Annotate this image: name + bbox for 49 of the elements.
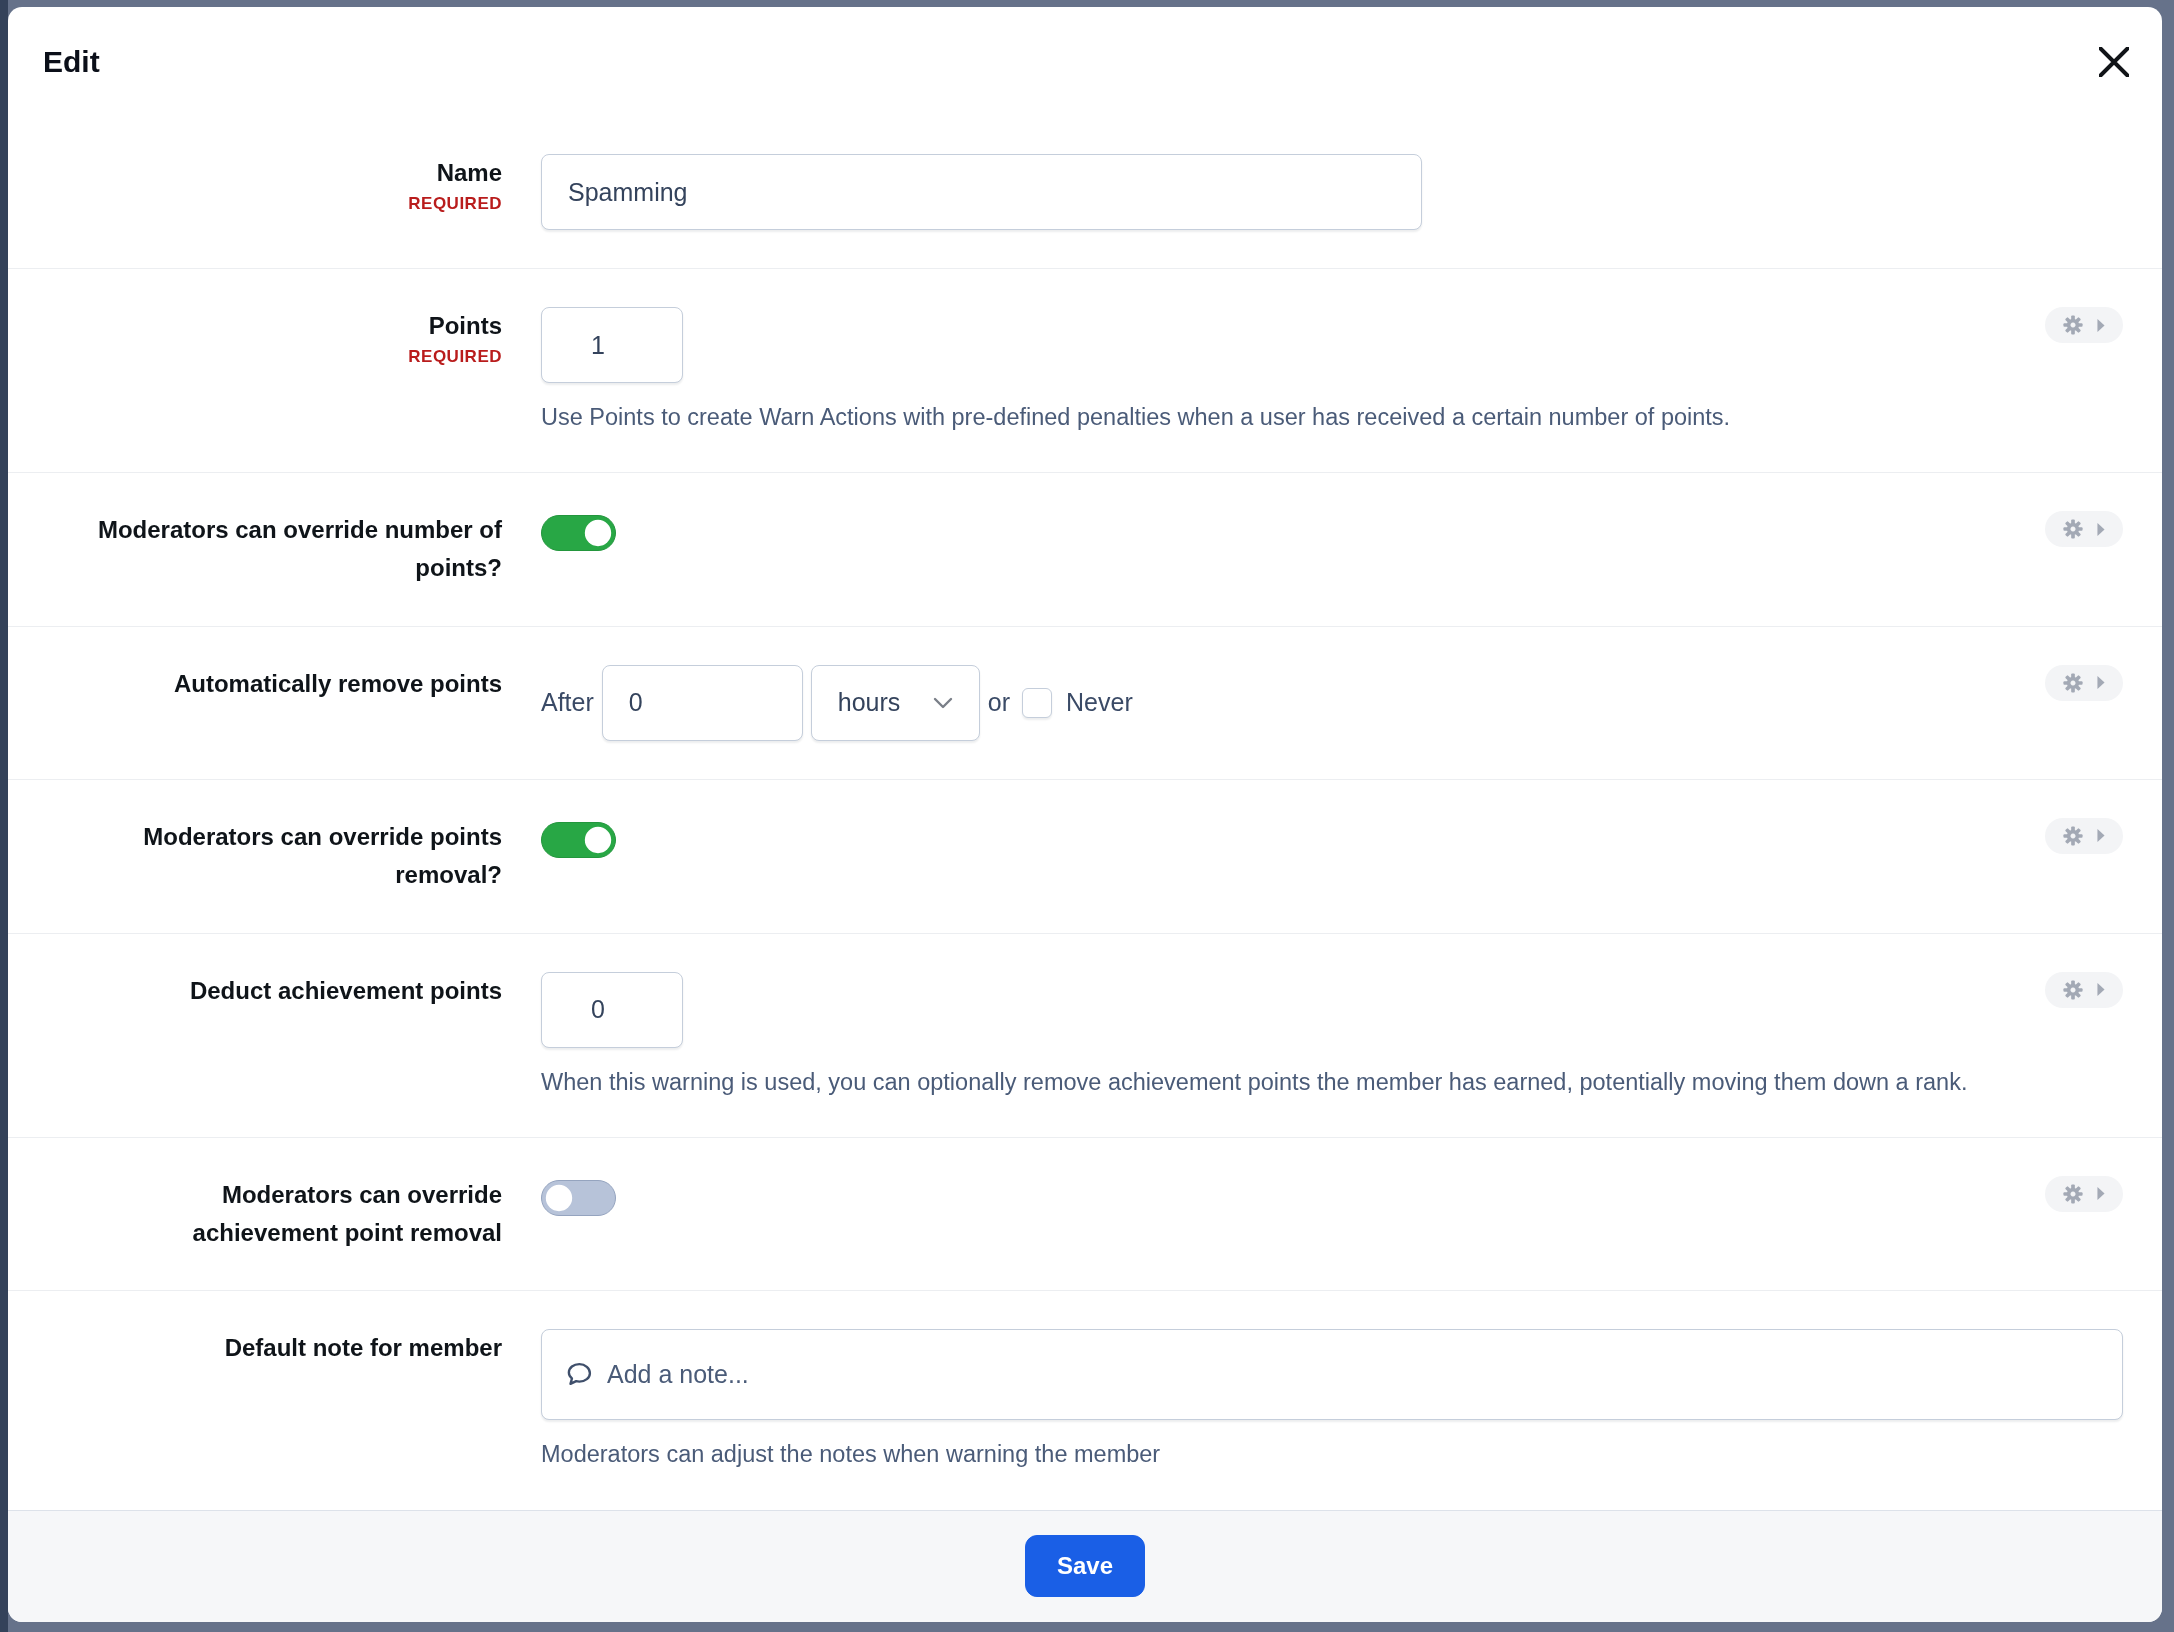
close-icon [2099,46,2129,77]
field-label: Default note for member [224,1333,502,1364]
toggle-switch[interactable] [541,821,616,858]
joiner-text: or [987,687,1011,719]
settings-button[interactable] [2045,971,2123,1008]
gear-icon [2063,315,2083,335]
field-label: Automatically remove points [173,668,502,699]
chevron-down-icon [932,696,953,709]
gear-icon [2063,672,2083,693]
settings-button[interactable] [2045,817,2123,854]
required-text: REQUIRED [408,346,502,369]
unit-dropdown[interactable]: hours [810,664,980,741]
caret-right-icon [2097,1187,2105,1201]
help-text: Moderators can adjust the notes when warning the member [541,1440,1161,1470]
never-checkbox[interactable] [1022,687,1053,718]
text-input[interactable]: Spamming [541,154,1422,230]
note-field[interactable]: Add a note... [541,1329,2123,1421]
settings-button[interactable] [2045,307,2123,343]
field-label: Moderators can override points removal? [142,821,502,891]
field-label: Name [436,158,502,188]
settings-button[interactable] [2045,664,2123,701]
field-label: Moderators can override achievement point removal [191,1179,502,1249]
gear-icon [2063,825,2083,846]
help-text: Use Points to create Warn Actions with pre-defined penalties when a user has received a certain number of points. [541,403,1731,432]
never-label[interactable]: Never [1066,684,1133,722]
number-input[interactable]: 0 [601,664,803,741]
settings-button[interactable] [2045,511,2123,548]
prefix-text: After [541,687,594,719]
gear-icon [2063,519,2083,540]
field-label: Moderators can override number of points? [96,515,502,584]
gear-icon [2063,1183,2083,1204]
field-label: Deduct achievement points [189,975,502,1006]
help-text: When this warning is used, you can optionally remove achievement points the member has earned, potentially moving them down a rank. [541,1067,1968,1097]
settings-button[interactable] [2045,1175,2123,1212]
number-input[interactable]: 1 [541,307,683,383]
toggle-switch[interactable] [541,1179,616,1216]
required-text: REQUIRED [408,193,502,216]
save-button[interactable]: Save [1025,1535,1145,1598]
caret-right-icon [2097,676,2105,690]
number-input[interactable]: 0 [541,971,683,1048]
caret-right-icon [2097,318,2105,332]
toggle-switch[interactable] [541,515,616,552]
caret-right-icon [2097,983,2105,997]
caret-right-icon [2097,829,2105,843]
speech-bubble-icon [567,1362,593,1387]
caret-right-icon [2097,522,2105,536]
field-label: Points [428,311,502,341]
gear-icon [2063,979,2083,1000]
dialog-title: Edit [43,43,100,80]
